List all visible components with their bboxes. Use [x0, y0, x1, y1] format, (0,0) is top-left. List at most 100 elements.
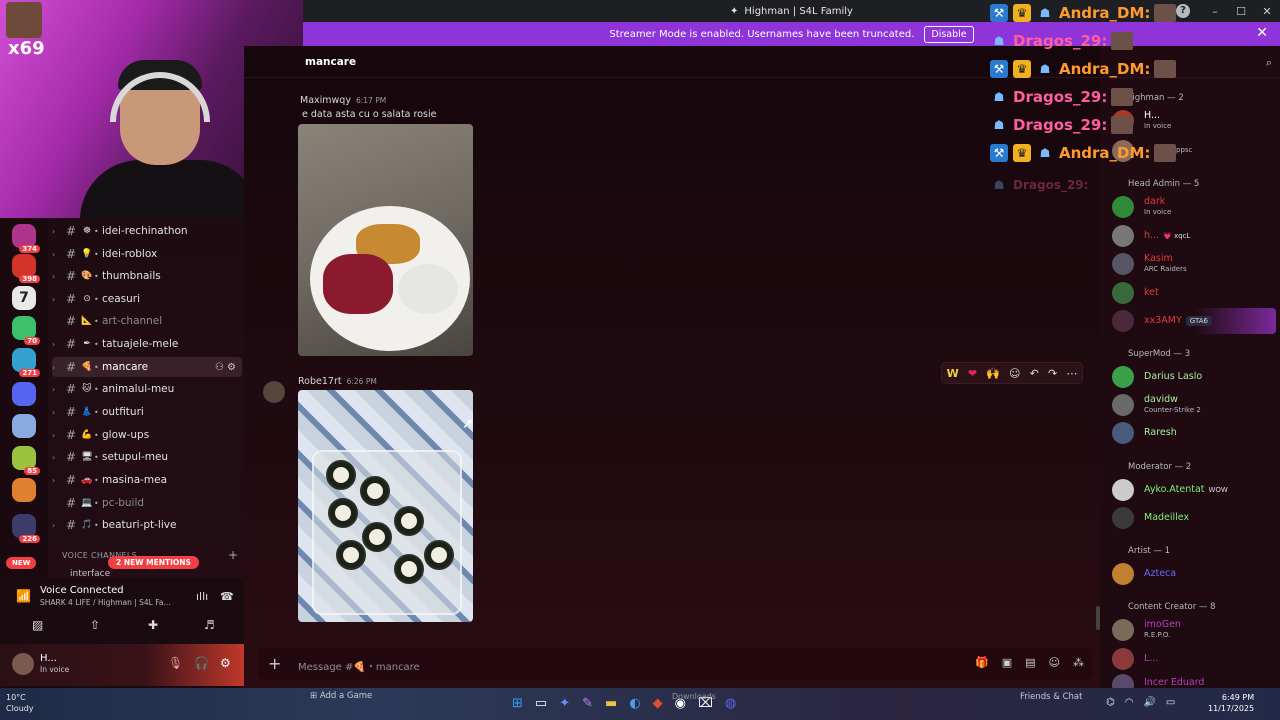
forward-icon[interactable]: ↷	[1048, 367, 1057, 380]
reaction-hands-icon[interactable]: 🙌	[986, 367, 1000, 380]
member-item[interactable]: Kasim ARC Raiders	[1112, 251, 1276, 277]
channel-item[interactable]: # 📐 • art-channel	[52, 311, 242, 331]
discord-taskbar-icon[interactable]: ◍	[725, 696, 736, 711]
screen-share-icon[interactable]: ⇧	[90, 618, 100, 632]
member-item[interactable]: Incer Eduard	[1112, 672, 1276, 688]
channel-item[interactable]: › # 🐱 • animalul-meu	[52, 379, 242, 399]
author-avatar[interactable]	[263, 381, 285, 403]
noise-suppression-icon[interactable]: ıllı	[196, 590, 208, 603]
message-author[interactable]: Maximwqy	[300, 95, 351, 106]
server-icon[interactable]: 226	[12, 514, 40, 543]
downloads-label[interactable]: Downloads	[672, 692, 716, 701]
server-icon[interactable]	[12, 478, 36, 502]
user-avatar[interactable]	[12, 653, 34, 675]
deafen-icon[interactable]: 🎧	[194, 656, 209, 670]
task-view-icon[interactable]: ▭	[535, 696, 547, 711]
member-item[interactable]: Azteca	[1112, 561, 1276, 587]
close-banner-icon[interactable]: ✕	[1256, 25, 1268, 41]
attach-plus-icon[interactable]: +	[268, 654, 281, 673]
friends-chat-label[interactable]: Friends & Chat	[1020, 692, 1082, 702]
server-icon[interactable]: 70	[12, 316, 40, 345]
sushi-photo-attachment[interactable]	[298, 390, 473, 622]
volume-icon[interactable]: 🔊	[1143, 697, 1155, 708]
wifi-icon[interactable]: ◠	[1125, 697, 1134, 708]
channel-item[interactable]: › # ⊙ • ceasuri	[52, 289, 242, 309]
member-item[interactable]: Darius Laslo	[1112, 364, 1276, 390]
member-item[interactable]: L...	[1112, 646, 1276, 672]
user-name[interactable]: H...	[40, 653, 57, 664]
channel-item[interactable]: › # 🎨 • thumbnails	[52, 266, 242, 286]
close-window-button[interactable]: ✕	[1254, 0, 1280, 22]
clock[interactable]: 6:49 PM 11/17/2025	[1208, 692, 1254, 714]
server-icon[interactable]: 374	[12, 224, 40, 253]
reaction-w-icon[interactable]: W	[947, 367, 959, 380]
app-icon[interactable]: ✎	[582, 696, 593, 711]
invite-settings-icon[interactable]: ⚇ ⚙	[215, 362, 236, 373]
activities-icon[interactable]: ✚	[148, 618, 158, 632]
network-icon[interactable]: ⌬	[1106, 697, 1115, 708]
new-badge[interactable]: NEW	[6, 557, 37, 569]
channel-item[interactable]: › # 🚗 • masina-mea	[52, 470, 242, 490]
edge-icon[interactable]: ◐	[629, 696, 640, 711]
server-icon[interactable]	[12, 414, 36, 438]
channel-item[interactable]: › # 💡 • idei-roblox	[52, 244, 242, 264]
member-item[interactable]: h... 💗 xqcL	[1112, 223, 1276, 249]
member-item[interactable]: ket	[1112, 280, 1276, 306]
server-icon[interactable]: 271	[12, 348, 40, 377]
soundboard-icon[interactable]: ♬	[204, 618, 215, 632]
channel-item[interactable]: › # 🖥 • setupul-meu	[52, 447, 242, 467]
reaction-heart-icon[interactable]: ❤	[968, 367, 977, 380]
add-reaction-icon[interactable]: ☺	[1009, 367, 1020, 380]
search-icon[interactable]: ⌕	[1266, 56, 1272, 70]
gif-icon[interactable]: ▣	[1002, 656, 1012, 669]
more-options-icon[interactable]: ⋯	[1066, 367, 1077, 380]
channel-item[interactable]: › # ☸ • idei-rechinathon	[52, 221, 242, 241]
disconnect-icon[interactable]: ☎	[220, 590, 234, 603]
server-icon[interactable]	[12, 382, 36, 406]
member-item[interactable]: Ayko.Atentat WOW	[1112, 477, 1276, 503]
mute-icon[interactable]: 🎙	[168, 656, 183, 670]
apps-icon[interactable]: ⁂	[1073, 656, 1084, 669]
channel-item[interactable]: › # 🎵 • beaturi-pt-live	[52, 515, 242, 535]
app-icon[interactable]: ✦	[559, 696, 570, 711]
message-input[interactable]: Message #🍕・mancare	[298, 658, 420, 673]
channel-item[interactable]: › # ✒ • tatuajele-mele	[52, 334, 242, 354]
reply-icon[interactable]: ↶	[1030, 367, 1039, 380]
message-composer[interactable]: + Message #🍕・mancare 🎁 ▣ ▤ ☺ ⁂	[258, 648, 1092, 680]
member-tag: WOW	[1208, 486, 1228, 494]
gift-icon[interactable]: 🎁	[975, 656, 989, 669]
channel-item[interactable]: # 💻 • pc-build	[52, 493, 242, 513]
file-explorer-icon[interactable]: ▬	[605, 696, 617, 711]
settings-gear-icon[interactable]: ⚙	[220, 656, 231, 670]
emoji-icon[interactable]: ☺	[1049, 656, 1060, 669]
maximize-button[interactable]: ☐	[1228, 0, 1254, 22]
add-game-button[interactable]: ⊞ Add a Game	[310, 691, 510, 709]
voice-status[interactable]: Voice Connected	[40, 585, 124, 596]
voice-channel-path[interactable]: SHARK 4 LIFE / Highman | S4L Fa...	[40, 598, 171, 607]
add-voice-channel-icon[interactable]: +	[228, 548, 238, 562]
disable-streamer-button[interactable]: Disable	[924, 25, 974, 43]
member-item[interactable]: imoGen R.E.P.O.	[1112, 617, 1276, 643]
member-item[interactable]: davidw Counter-Strike 2	[1112, 392, 1276, 418]
message-author[interactable]: Robe17rt	[298, 376, 342, 387]
member-item[interactable]: Madeillex	[1112, 505, 1276, 531]
server-icon[interactable]: 85	[12, 446, 40, 475]
server-icon[interactable]: 398	[12, 254, 40, 283]
new-mentions-pill[interactable]: 2 NEW MENTIONS	[108, 556, 199, 569]
server-icon[interactable]: 7	[12, 286, 36, 310]
minimize-button[interactable]: –	[1202, 0, 1228, 22]
brave-icon[interactable]: ◆	[653, 696, 663, 711]
channel-item[interactable]: › # 💪 • glow-ups	[52, 425, 242, 445]
partial-channel[interactable]: interface	[70, 569, 110, 579]
member-item[interactable]: xx3AMY GTA6	[1112, 308, 1276, 334]
channel-item[interactable]: › # 👗 • outfituri	[52, 402, 242, 422]
food-photo-attachment[interactable]	[298, 124, 473, 356]
start-windows-icon[interactable]: ⊞	[512, 696, 523, 711]
battery-icon[interactable]: ▭	[1166, 697, 1175, 708]
channel-item-active[interactable]: › # 🍕 • mancare ⚇ ⚙	[52, 357, 242, 377]
video-off-icon[interactable]: ▨	[32, 618, 43, 632]
weather-widget[interactable]: 10°C Cloudy	[6, 692, 34, 714]
channel-emoji: 🚗	[81, 475, 93, 485]
member-item[interactable]: Raresh	[1112, 420, 1276, 446]
sticker-icon[interactable]: ▤	[1025, 656, 1035, 669]
